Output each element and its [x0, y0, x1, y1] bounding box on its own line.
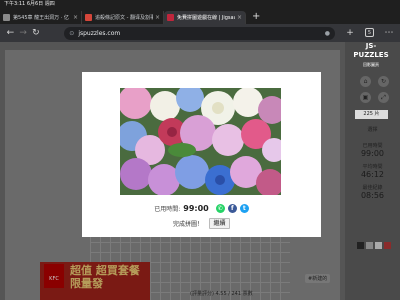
completion-message: 完成拼圖！ [172, 221, 203, 228]
facebook-share-icon[interactable]: f [227, 204, 237, 213]
add-tab-icon[interactable]: + [343, 28, 357, 38]
completion-row: 完成拼圖！ 繼續 [82, 218, 321, 229]
choose-label[interactable]: 選擇 [350, 126, 395, 133]
forward-arrow-icon[interactable]: → [17, 28, 30, 38]
browser-tab-1[interactable]: 第545章 龍王出洞万 · 亿 × [0, 11, 82, 24]
close-icon[interactable]: × [73, 14, 78, 21]
browser-tab-3[interactable]: 免費拼圖遊戲在線 | Jigsaw Puzzles × [164, 11, 246, 24]
used-time-label: 已用時間 [362, 143, 383, 149]
logo-text: JS-PUZZLES [353, 42, 389, 59]
reload-icon[interactable]: ↻ [30, 28, 43, 38]
new-tab-plus-icon[interactable]: + [252, 11, 260, 22]
tag-link[interactable]: #新建的 [305, 274, 331, 283]
tab-strip: 第545章 龍王出洞万 · 亿 × 追殺條記原文 - 翻译及割事 × 免費拼圖遊… [0, 8, 400, 24]
browser-tab-2[interactable]: 追殺條記原文 - 翻译及割事 × [82, 11, 164, 24]
swatch-grey[interactable] [366, 242, 373, 249]
back-arrow-icon[interactable]: ← [4, 28, 17, 38]
elapsed-time-value: 99:00 [183, 204, 209, 213]
tab-title: 第545章 龍王出洞万 · 亿 [13, 15, 69, 21]
image-icon[interactable]: ▣ [360, 92, 371, 103]
site-logo[interactable]: JS-PUZZLES 回影圖頁 [350, 42, 392, 67]
advertisement-banner[interactable]: KFC 超值 超買套餐限量發 [40, 262, 150, 300]
best-record-label: 最佳紀錄 [362, 185, 383, 191]
ad-headline: 超值 超買套餐限量發 [70, 264, 140, 290]
close-icon[interactable]: × [237, 14, 242, 21]
puzzle-image-preview [120, 88, 281, 195]
browser-toolbar: ← → ↻ ⊙ jspuzzles.com ● + 5 ⋯ [0, 24, 400, 42]
tab-count-button[interactable]: 5 [365, 28, 375, 37]
url-text: jspuzzles.com [78, 29, 121, 37]
completion-dialog: 已用時間: 99:00 ✆ f t 完成拼圖！ 繼續 [82, 72, 321, 237]
twitter-share-icon[interactable]: t [239, 204, 249, 213]
pieces-select[interactable]: 225 片 [355, 110, 388, 119]
elapsed-time-row: 已用時間: 99:00 ✆ f t [82, 204, 321, 213]
kfc-logo: KFC [44, 264, 64, 288]
avg-time-label: 平均時間 [362, 164, 383, 170]
tab-title: 追殺條記原文 - 翻译及割事 [95, 15, 153, 21]
status-time: 下午3:11 6月6日 週四 [4, 1, 55, 7]
swatch-dark[interactable] [357, 242, 364, 249]
more-menu-icon[interactable]: ⋯ [382, 28, 396, 38]
tab-favicon [3, 14, 10, 21]
swatch-red[interactable] [384, 242, 391, 249]
whatsapp-share-icon[interactable]: ✆ [215, 204, 225, 213]
flower-image [120, 88, 281, 195]
swatch-light[interactable] [375, 242, 382, 249]
microphone-icon[interactable]: ● [325, 30, 330, 37]
status-bar: 下午3:11 6月6日 週四 [0, 0, 400, 8]
close-icon[interactable]: × [155, 14, 160, 21]
tab-title: 免費拼圖遊戲在線 | Jigsaw Puzzles [177, 15, 235, 21]
used-time-value: 99:00 [360, 149, 385, 158]
elapsed-time-label: 已用時間: [154, 206, 181, 213]
address-bar[interactable]: ⊙ jspuzzles.com ● [64, 26, 336, 40]
refresh-icon[interactable]: ↻ [378, 76, 389, 87]
background-color-swatches [357, 242, 391, 249]
continue-button[interactable]: 繼續 [209, 218, 230, 229]
lock-icon: ⊙ [69, 29, 75, 37]
fullscreen-icon[interactable]: ⤢ [378, 92, 389, 103]
home-icon[interactable]: ⌂ [360, 76, 371, 87]
tab-favicon [167, 14, 174, 21]
tab-favicon [85, 14, 92, 21]
best-record-value: 08:56 [360, 191, 385, 200]
avg-time-value: 46:12 [360, 170, 385, 179]
logo-subtitle: 回影圖頁 [363, 62, 379, 67]
rating-text: (評量評分) 4.55 / 241 票數 [190, 291, 253, 297]
